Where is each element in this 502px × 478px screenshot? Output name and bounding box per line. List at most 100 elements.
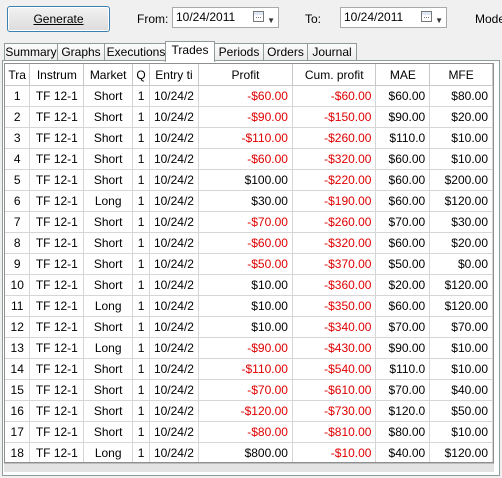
- cell-profit: $800.00: [198, 442, 293, 462]
- cell-trade-number: 16: [5, 400, 31, 422]
- cell-market-position: Short: [83, 169, 134, 191]
- cell-mfe: $200.00: [429, 169, 493, 191]
- cell-mae: $90.00: [375, 106, 431, 128]
- table-row[interactable]: 2 TF 12-1 Short 1 10/24/2 -$90.00 -$150.00 $90.…: [5, 106, 493, 128]
- calendar-icon[interactable]: [253, 11, 264, 22]
- cell-profit: -$90.00: [198, 106, 293, 128]
- table-row[interactable]: 12 TF 12-1 Short 1 10/24/2 $10.00 -$340.00 $70.…: [5, 316, 493, 338]
- tab-executions[interactable]: Executions: [104, 43, 168, 61]
- cell-trade-number: 14: [5, 358, 31, 380]
- tab-graphs[interactable]: Graphs: [57, 43, 105, 61]
- cell-cum-profit: -$60.00: [292, 85, 377, 107]
- table-row[interactable]: 5 TF 12-1 Short 1 10/24/2 $100.00 -$220.00 $60.…: [5, 169, 493, 191]
- cell-market-position: Short: [83, 421, 134, 443]
- horizontal-scrollbar[interactable]: [4, 463, 494, 472]
- cell-trade-number: 6: [5, 190, 31, 212]
- cell-instrument: TF 12-1: [29, 106, 85, 128]
- cell-mfe: $120.00: [429, 295, 493, 317]
- cell-mfe: $10.00: [429, 337, 493, 359]
- cell-quantity: 1: [132, 232, 151, 254]
- table-row[interactable]: 8 TF 12-1 Short 1 10/24/2 -$60.00 -$320.00 $60.…: [5, 232, 493, 254]
- table-row[interactable]: 17 TF 12-1 Short 1 10/24/2 -$80.00 -$810.00 $80…: [5, 421, 493, 443]
- cell-profit: -$50.00: [198, 253, 293, 275]
- cell-entry-time: 10/24/2: [149, 169, 199, 191]
- cell-mae: $40.00: [375, 442, 431, 462]
- table-row[interactable]: 1 TF 12-1 Short 1 10/24/2 -$60.00 -$60.00 $60.0…: [5, 85, 493, 107]
- cell-quantity: 1: [132, 253, 151, 275]
- column-header-profit[interactable]: Profit: [198, 64, 293, 86]
- from-label: From:: [137, 12, 169, 26]
- column-header-quantity[interactable]: Q: [132, 64, 151, 86]
- cell-profit: $30.00: [198, 190, 293, 212]
- cell-mae: $20.00: [375, 274, 431, 296]
- cell-cum-profit: -$320.00: [292, 148, 377, 170]
- tab-orders[interactable]: Orders: [263, 43, 308, 61]
- cell-profit: -$110.00: [198, 127, 293, 149]
- cell-profit: $10.00: [198, 295, 293, 317]
- cell-quantity: 1: [132, 85, 151, 107]
- cell-quantity: 1: [132, 421, 151, 443]
- cell-instrument: TF 12-1: [29, 169, 85, 191]
- cell-mfe: $0.00: [429, 253, 493, 275]
- tab-periods[interactable]: Periods: [214, 43, 264, 61]
- table-row[interactable]: 4 TF 12-1 Short 1 10/24/2 -$60.00 -$320.00 $60.…: [5, 148, 493, 170]
- column-header-mae[interactable]: MAE: [375, 64, 431, 86]
- cell-entry-time: 10/24/2: [149, 253, 199, 275]
- table-row[interactable]: 18 TF 12-1 Long 1 10/24/2 $800.00 -$10.00 $40.0…: [5, 442, 493, 462]
- calendar-icon[interactable]: [421, 11, 432, 22]
- column-header-market[interactable]: Market: [83, 64, 134, 86]
- table-row[interactable]: 7 TF 12-1 Short 1 10/24/2 -$70.00 -$260.00 $70.…: [5, 211, 493, 233]
- cell-mae: $80.00: [375, 421, 431, 443]
- cell-cum-profit: -$540.00: [292, 358, 377, 380]
- cell-mae: $60.00: [375, 232, 431, 254]
- cell-trade-number: 15: [5, 379, 31, 401]
- cell-trade-number: 9: [5, 253, 31, 275]
- table-row[interactable]: 6 TF 12-1 Long 1 10/24/2 $30.00 -$190.00 $60.00…: [5, 190, 493, 212]
- cell-market-position: Short: [83, 127, 134, 149]
- tab-summary[interactable]: Summary: [4, 43, 58, 61]
- trades-grid[interactable]: Tra Instrum Market Q Entry ti Profit Cum…: [4, 63, 494, 463]
- column-header-trade[interactable]: Tra: [5, 64, 31, 86]
- table-row[interactable]: 10 TF 12-1 Short 1 10/24/2 $10.00 -$360.00 $20.…: [5, 274, 493, 296]
- tab-journal[interactable]: Journal: [307, 43, 357, 61]
- cell-market-position: Long: [83, 190, 134, 212]
- cell-mfe: $80.00: [429, 85, 493, 107]
- cell-entry-time: 10/24/2: [149, 295, 199, 317]
- cell-quantity: 1: [132, 337, 151, 359]
- cell-profit: -$70.00: [198, 379, 293, 401]
- to-date-picker[interactable]: 10/24/2011 ▼: [340, 7, 447, 28]
- cell-profit: -$120.00: [198, 400, 293, 422]
- chevron-down-icon[interactable]: ▼: [435, 11, 443, 30]
- cell-quantity: 1: [132, 211, 151, 233]
- cell-entry-time: 10/24/2: [149, 337, 199, 359]
- cell-instrument: TF 12-1: [29, 421, 85, 443]
- table-row[interactable]: 16 TF 12-1 Short 1 10/24/2 -$120.00 -$730.00 $1…: [5, 400, 493, 422]
- table-row[interactable]: 15 TF 12-1 Short 1 10/24/2 -$70.00 -$610.00 $70…: [5, 379, 493, 401]
- cell-instrument: TF 12-1: [29, 253, 85, 275]
- cell-mfe: $40.00: [429, 379, 493, 401]
- tab-trades[interactable]: Trades: [165, 41, 215, 62]
- table-row[interactable]: 14 TF 12-1 Short 1 10/24/2 -$110.00 -$540.00 $1…: [5, 358, 493, 380]
- table-row[interactable]: 11 TF 12-1 Long 1 10/24/2 $10.00 -$350.00 $60.0…: [5, 295, 493, 317]
- cell-cum-profit: -$220.00: [292, 169, 377, 191]
- table-row[interactable]: 13 TF 12-1 Long 1 10/24/2 -$90.00 -$430.00 $90.…: [5, 337, 493, 359]
- table-row[interactable]: 9 TF 12-1 Short 1 10/24/2 -$50.00 -$370.00 $50.…: [5, 253, 493, 275]
- cell-mfe: $10.00: [429, 148, 493, 170]
- from-date-picker[interactable]: 10/24/2011 ▼: [172, 7, 279, 28]
- cell-cum-profit: -$430.00: [292, 337, 377, 359]
- cell-mae: $60.00: [375, 190, 431, 212]
- cell-profit: -$110.00: [198, 358, 293, 380]
- cell-trade-number: 10: [5, 274, 31, 296]
- column-header-mfe[interactable]: MFE: [429, 64, 493, 86]
- column-header-cum-profit[interactable]: Cum. profit: [292, 64, 377, 86]
- generate-button[interactable]: Generate: [7, 6, 110, 32]
- column-header-instrument[interactable]: Instrum: [29, 64, 85, 86]
- chevron-down-icon[interactable]: ▼: [267, 11, 275, 30]
- cell-mae: $60.00: [375, 169, 431, 191]
- cell-market-position: Short: [83, 379, 134, 401]
- cell-instrument: TF 12-1: [29, 232, 85, 254]
- table-row[interactable]: 3 TF 12-1 Short 1 10/24/2 -$110.00 -$260.00 $11…: [5, 127, 493, 149]
- cell-instrument: TF 12-1: [29, 274, 85, 296]
- cell-profit: -$80.00: [198, 421, 293, 443]
- column-header-entry-time[interactable]: Entry ti: [149, 64, 199, 86]
